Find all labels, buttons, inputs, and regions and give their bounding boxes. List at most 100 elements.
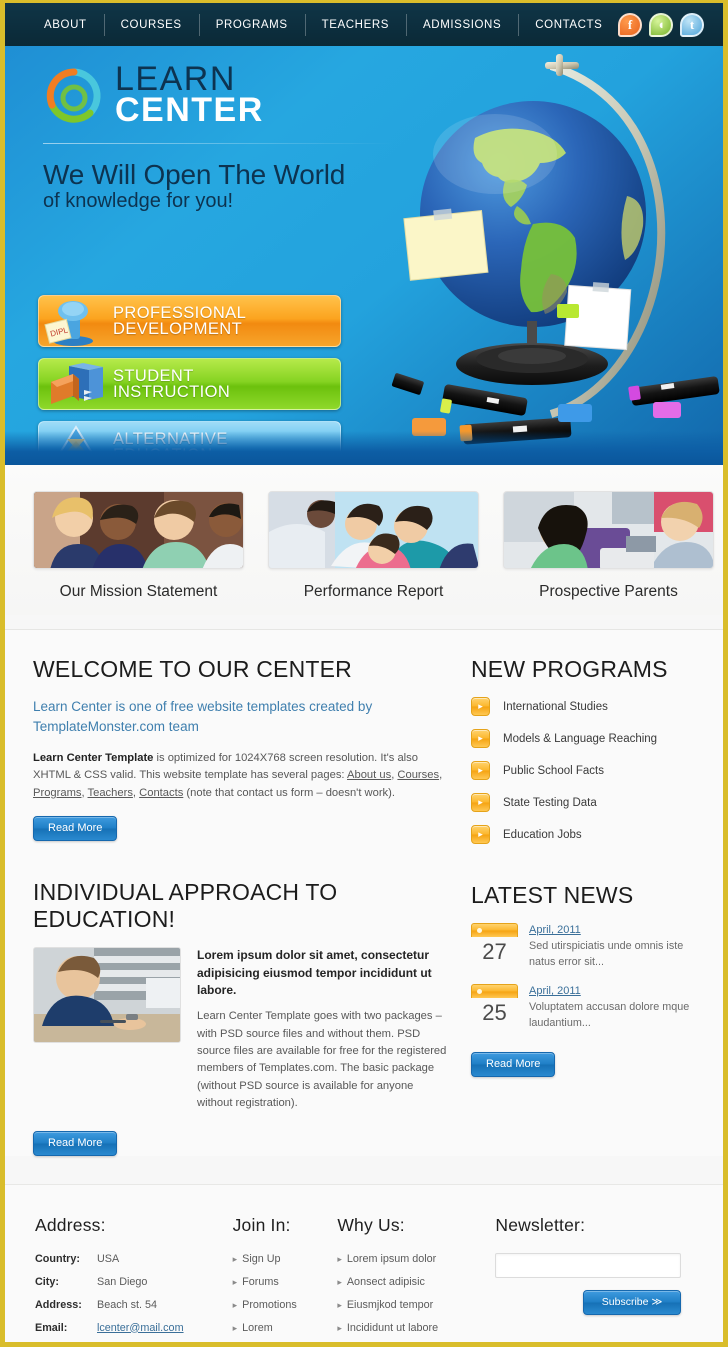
approach-text: Lorem ipsum dolor sit amet, consectetur … [197, 947, 447, 1112]
footer-why-title: Why Us: [337, 1214, 405, 1235]
projector-icon [39, 421, 113, 465]
nav-item-teachers[interactable]: TEACHERS [304, 13, 406, 36]
program-item-international-studies[interactable]: ▸ International Studies [471, 697, 695, 716]
nav-item-programs[interactable]: PROGRAMS [198, 13, 305, 36]
news-item[interactable]: 27 April, 2011 Sed utirspiciatis unde om… [471, 923, 695, 970]
main-content: WELCOME TO OUR CENTER Learn Center is on… [5, 630, 723, 1156]
feature-label-line2: DEVELOPMENT [113, 320, 243, 338]
program-label: State Testing Data [503, 796, 597, 809]
news-date-badge-top [471, 984, 518, 999]
footer-join-title: Join In: [232, 1214, 291, 1235]
tile-caption: Prospective Parents [539, 583, 678, 600]
news-item[interactable]: 25 April, 2011 Voluptatem accusan dolore… [471, 984, 695, 1031]
address-row-email: Email: lcenter@mail.com [35, 1322, 233, 1334]
footer-join-column: Join In: Sign Up Forums Promotions Lorem [232, 1214, 338, 1342]
link-courses[interactable]: Courses [397, 769, 439, 781]
hero-feature-buttons: DIPL PROFESSIONAL DEVELOPMENT STUDENT IN… [38, 295, 341, 465]
program-label: Models & Language Reaching [503, 732, 658, 745]
nav-item-courses[interactable]: COURSES [103, 13, 199, 36]
approach-heading: Lorem ipsum dolor sit amet, consectetur … [197, 948, 432, 997]
feature-label-line1: PROFESSIONAL [113, 304, 247, 322]
link-programs[interactable]: Programs [33, 787, 82, 799]
tile-image [268, 491, 479, 569]
news-day: 27 [482, 939, 507, 964]
tile-performance-report[interactable]: Performance Report [268, 491, 479, 601]
approach-title: INDIVIDUAL APPROACH TO EDUCATION! [33, 879, 338, 933]
address-key: Address: [35, 1298, 82, 1311]
welcome-title: WELCOME TO OUR CENTER [33, 656, 352, 682]
program-item-education-jobs[interactable]: ▸ Education Jobs [471, 825, 695, 844]
news-date-badge: 25 [471, 984, 518, 1031]
facebook-icon[interactable]: f [618, 12, 642, 37]
feature-button-alternative-education[interactable]: ALTERNATIVE EDUCATION [38, 421, 341, 465]
nav-item-admissions[interactable]: ADMISSIONS [406, 13, 518, 36]
address-value: USA [97, 1252, 120, 1265]
footer-why-column: Why Us: Lorem ipsum dolor Aonsect adipis… [337, 1214, 495, 1342]
program-label: Education Jobs [503, 828, 582, 841]
tile-image [33, 491, 244, 569]
globe-illustration [391, 54, 720, 445]
chevron-right-icon: ▸ [471, 761, 490, 780]
nav-item-about[interactable]: ABOUT [27, 18, 104, 32]
tile-caption: Our Mission Statement [59, 583, 218, 600]
tile-caption: Performance Report [303, 583, 444, 600]
address-row-city: City: San Diego [35, 1276, 233, 1288]
chevron-right-icon: ▸ [471, 729, 490, 748]
program-item-public-school-facts[interactable]: ▸ Public School Facts [471, 761, 695, 780]
approach-content: Lorem ipsum dolor sit amet, consectetur … [33, 947, 447, 1112]
social-links: f ◖ t [618, 12, 704, 37]
chevron-right-icon: ▸ [471, 825, 490, 844]
news-read-more-button[interactable]: Read More [471, 1051, 556, 1077]
why-link-1[interactable]: Lorem ipsum dolor [337, 1253, 495, 1265]
why-link-4[interactable]: Incididunt ut labore [337, 1322, 495, 1334]
join-link-sign-up[interactable]: Sign Up [233, 1253, 338, 1265]
email-link[interactable]: lcenter@mail.com [97, 1322, 184, 1334]
program-label: Public School Facts [503, 764, 604, 777]
nav-links: ABOUT COURSES PROGRAMS TEACHERS ADMISSIO… [27, 13, 619, 36]
link-about-us[interactable]: About us [347, 769, 391, 781]
news-day: 25 [482, 1000, 507, 1026]
approach-read-more-button[interactable]: Read More [33, 1130, 118, 1156]
news-excerpt: Sed utirspiciatis unde omnis iste natus … [529, 940, 684, 968]
program-item-models-language-reaching[interactable]: ▸ Models & Language Reaching [471, 729, 695, 748]
nav-item-contacts[interactable]: CONTACTS [518, 13, 619, 36]
join-link-forums[interactable]: Forums [233, 1276, 338, 1288]
logo[interactable]: LEARN CENTER [43, 62, 393, 130]
feature-button-label: ALTERNATIVE EDUCATION [113, 431, 228, 464]
welcome-read-more-button[interactable]: Read More [33, 816, 118, 842]
news-date-link[interactable]: April, 2011 [529, 985, 695, 997]
chevron-right-icon: ▸ [471, 793, 490, 812]
why-link-2[interactable]: Aonsect adipisic [337, 1276, 495, 1288]
rss-leaf-icon[interactable]: ◖ [649, 12, 673, 37]
news-body: April, 2011 Sed utirspiciatis unde omnis… [529, 923, 695, 970]
twitter-icon[interactable]: t [680, 12, 704, 37]
tagline-line1: We Will Open The World [43, 158, 346, 190]
top-navigation-bar: ABOUT COURSES PROGRAMS TEACHERS ADMISSIO… [5, 3, 723, 46]
tile-our-mission-statement[interactable]: Our Mission Statement [33, 491, 244, 601]
newsletter-email-input[interactable] [495, 1252, 682, 1278]
news-date-badge-top [471, 923, 518, 937]
feature-button-professional-development[interactable]: DIPL PROFESSIONAL DEVELOPMENT [38, 295, 341, 347]
tile-prospective-parents[interactable]: Prospective Parents [503, 491, 714, 601]
welcome-body: Learn Center Template is optimized for 1… [33, 752, 443, 799]
join-link-lorem[interactable]: Lorem [233, 1322, 338, 1334]
join-link-promotions[interactable]: Promotions [233, 1299, 338, 1311]
subscribe-button[interactable]: Subscribe ≫ [582, 1289, 682, 1315]
feature-button-student-instruction[interactable]: STUDENT INSTRUCTION [38, 358, 341, 410]
swirl-logo-icon [46, 68, 101, 123]
news-date-link[interactable]: April, 2011 [529, 924, 695, 936]
books-icon [39, 358, 113, 410]
logo-line-center: CENTER [115, 91, 264, 130]
why-link-3[interactable]: Eiusmjkod tempor [337, 1299, 495, 1311]
news-excerpt: Voluptatem accusan dolore mque laudantiu… [529, 1001, 690, 1029]
tile-image [503, 491, 714, 569]
newsletter-button-row: Subscribe ≫ [495, 1289, 682, 1315]
footer: Address: Country: USA City: San Diego Ad… [5, 1184, 723, 1342]
link-teachers[interactable]: Teachers [88, 787, 133, 799]
approach-image [33, 947, 181, 1044]
footer-address-column: Address: Country: USA City: San Diego Ad… [35, 1215, 233, 1342]
hero-banner: LEARN CENTER We Will Open The World of k… [5, 46, 723, 465]
link-contacts[interactable]: Contacts [139, 787, 183, 799]
program-item-state-testing-data[interactable]: ▸ State Testing Data [471, 793, 695, 812]
programs-list: ▸ International Studies ▸ Models & Langu… [471, 697, 695, 844]
